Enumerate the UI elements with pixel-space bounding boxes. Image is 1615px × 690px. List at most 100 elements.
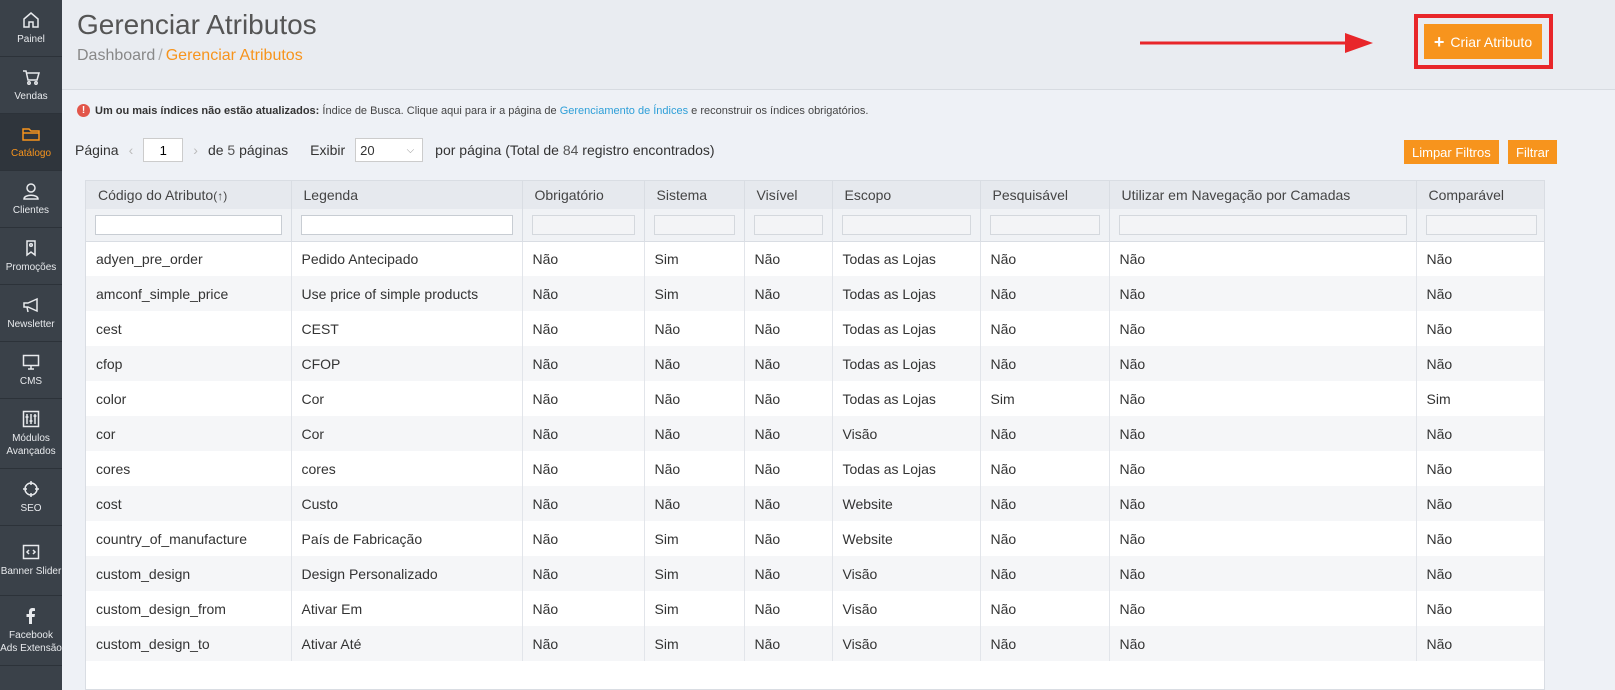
sidebar-item-banner-slider[interactable]: Banner Slider (0, 526, 62, 596)
table-cell: Todas as Lojas (832, 381, 981, 416)
table-cell: Não (1416, 346, 1544, 381)
table-cell: adyen_pre_order (86, 241, 292, 276)
table-cell: Não (522, 486, 645, 521)
table-row[interactable]: custom_design Design Personalizado Não Sim N… (86, 556, 1544, 591)
sidebar-item-vendas[interactable]: Vendas (0, 57, 62, 114)
table-cell: Todas as Lojas (832, 451, 981, 486)
filter-code-input[interactable] (95, 214, 282, 235)
pager: Página ‹ › de 5 páginas Exibir 20 ⌵ por … (75, 138, 715, 162)
table-row[interactable]: cor Cor Não Não Não Visão Não Não Não (86, 416, 1544, 451)
table-cell: Pedido Antecipado (291, 241, 523, 276)
warning-icon: ! (77, 104, 90, 117)
table-cell: Não (522, 416, 645, 451)
column-header-comparable[interactable]: Comparável (1416, 181, 1544, 209)
sidebar-item-seo[interactable]: SEO (0, 469, 62, 526)
notice-text: Um ou mais índices não estão atualizados… (95, 105, 868, 117)
chevron-down-icon: ⌵ (406, 144, 415, 156)
filter-comparable-select[interactable] (1425, 214, 1537, 235)
table-cell: Todas as Lojas (832, 276, 981, 311)
column-header-visible[interactable]: Visível (744, 181, 833, 209)
filter-layered-nav-select[interactable] (1118, 214, 1407, 235)
pages-label: páginas (239, 142, 289, 158)
table-cell: Não (1109, 276, 1417, 311)
page-number-input[interactable] (143, 138, 184, 162)
table-cell: Não (1416, 521, 1544, 556)
table-cell: Não (1109, 241, 1417, 276)
table-cell: cfop (86, 346, 292, 381)
sidebar-item-painel[interactable]: Painel (0, 0, 62, 57)
filter-label-input[interactable] (300, 214, 513, 235)
of-label: de (207, 142, 224, 158)
table-cell: Use price of simple products (291, 276, 523, 311)
table-row[interactable]: cfop CFOP Não Não Não Todas as Lojas Não Não Não (86, 346, 1544, 381)
column-header-label[interactable]: Legenda (291, 181, 523, 209)
index-notice: ! Um ou mais índices não estão atualizad… (77, 104, 868, 117)
column-header-label: Código do Atributo (98, 187, 214, 203)
sidebar-item-label: SEO (20, 502, 42, 514)
table-row[interactable]: cores cores Não Não Não Todas as Lojas Não Não N… (86, 451, 1544, 486)
table-cell: Não (1416, 276, 1544, 311)
table-cell: Sim (644, 591, 745, 626)
table-cell: Não (1416, 416, 1544, 451)
prev-page-icon[interactable]: ‹ (129, 142, 134, 158)
create-attribute-button[interactable]: + Criar Atributo (1424, 24, 1542, 59)
table-cell: Não (1109, 346, 1417, 381)
table-cell: Não (744, 311, 833, 346)
table-cell: Não (744, 486, 833, 521)
table-cell: Visão (832, 416, 981, 451)
table-cell: Website (832, 521, 981, 556)
sidebar-item-cms[interactable]: CMS (0, 342, 62, 399)
table-cell: cor (86, 416, 292, 451)
column-header-system[interactable]: Sistema (644, 181, 745, 209)
table-cell: Não (744, 241, 833, 276)
table-row[interactable]: custom_design_from Ativar Em Não Sim Não Visã… (86, 591, 1544, 626)
table-cell: Design Personalizado (291, 556, 523, 591)
table-row[interactable]: country_of_manufacture País de Fabricação… (86, 521, 1544, 556)
table-cell: Ativar Em (291, 591, 523, 626)
table-cell: Cor (291, 381, 523, 416)
table-cell: Não (522, 591, 645, 626)
filter-searchable-select[interactable] (989, 214, 1100, 235)
table-cell: Não (1109, 486, 1417, 521)
column-header-searchable[interactable]: Pesquisável (980, 181, 1110, 209)
table-cell: custom_design_from (86, 591, 292, 626)
per-page-value: 20 (360, 142, 375, 158)
column-header-layered-nav[interactable]: Utilizar em Navegação por Camadas (1109, 181, 1417, 209)
sidebar-item-newsletter[interactable]: Newsletter (0, 285, 62, 342)
table-row[interactable]: cost Custo Não Não Não Website Não Não Não (86, 486, 1544, 521)
breadcrumb-separator: / (158, 47, 163, 64)
index-management-link[interactable]: Gerenciamento de Índices (560, 105, 688, 117)
table-row[interactable]: adyen_pre_order Pedido Antecipado Não Sim Nã… (86, 241, 1544, 276)
sidebar-item-modulos-avancados[interactable]: Módulos Avançados (0, 399, 62, 469)
next-page-icon[interactable]: › (193, 142, 198, 158)
sidebar-item-promocoes[interactable]: Promoções (0, 228, 62, 285)
sidebar-item-catalogo[interactable]: Catálogo (0, 114, 62, 171)
table-cell: Não (522, 451, 645, 486)
filter-system-select[interactable] (653, 214, 735, 235)
filter-visible-select[interactable] (753, 214, 823, 235)
column-header-code[interactable]: Código do Atributo(↑) (86, 181, 292, 209)
column-header-required[interactable]: Obrigatório (522, 181, 645, 209)
table-row[interactable]: color Cor Não Não Não Todas as Lojas Sim Não Sim (86, 381, 1544, 416)
filter-button[interactable]: Filtrar (1508, 140, 1558, 164)
sort-ascending-icon: (↑) (213, 189, 228, 203)
sidebar-item-facebook-ads[interactable]: Facebook Ads Extensão (0, 596, 62, 666)
filter-scope-select[interactable] (841, 214, 971, 235)
table-cell: Não (522, 276, 645, 311)
column-header-scope[interactable]: Escopo (832, 181, 981, 209)
breadcrumb-root-link[interactable]: Dashboard (77, 47, 155, 64)
table-row[interactable]: cest CEST Não Não Não Todas as Lojas Não Não Não (86, 311, 1544, 346)
table-cell: Não (644, 311, 745, 346)
table-cell: Sim (644, 276, 745, 311)
notice-text-2: e reconstruir os índices obrigatórios. (691, 104, 869, 117)
per-page-select[interactable]: 20 ⌵ (355, 138, 424, 162)
table-cell: Não (980, 416, 1110, 451)
table-row[interactable]: amconf_simple_price Use price of simple p… (86, 276, 1544, 311)
filter-required-select[interactable] (531, 214, 635, 235)
table-row[interactable]: custom_design_to Ativar Até Não Sim Não Visão… (86, 626, 1544, 661)
clear-filters-button[interactable]: Limpar Filtros (1404, 140, 1499, 164)
table-cell: Website (832, 486, 981, 521)
total-pages: 5 (227, 142, 236, 158)
table-cell: country_of_manufacture (86, 521, 292, 556)
sidebar-item-clientes[interactable]: Clientes (0, 171, 62, 228)
